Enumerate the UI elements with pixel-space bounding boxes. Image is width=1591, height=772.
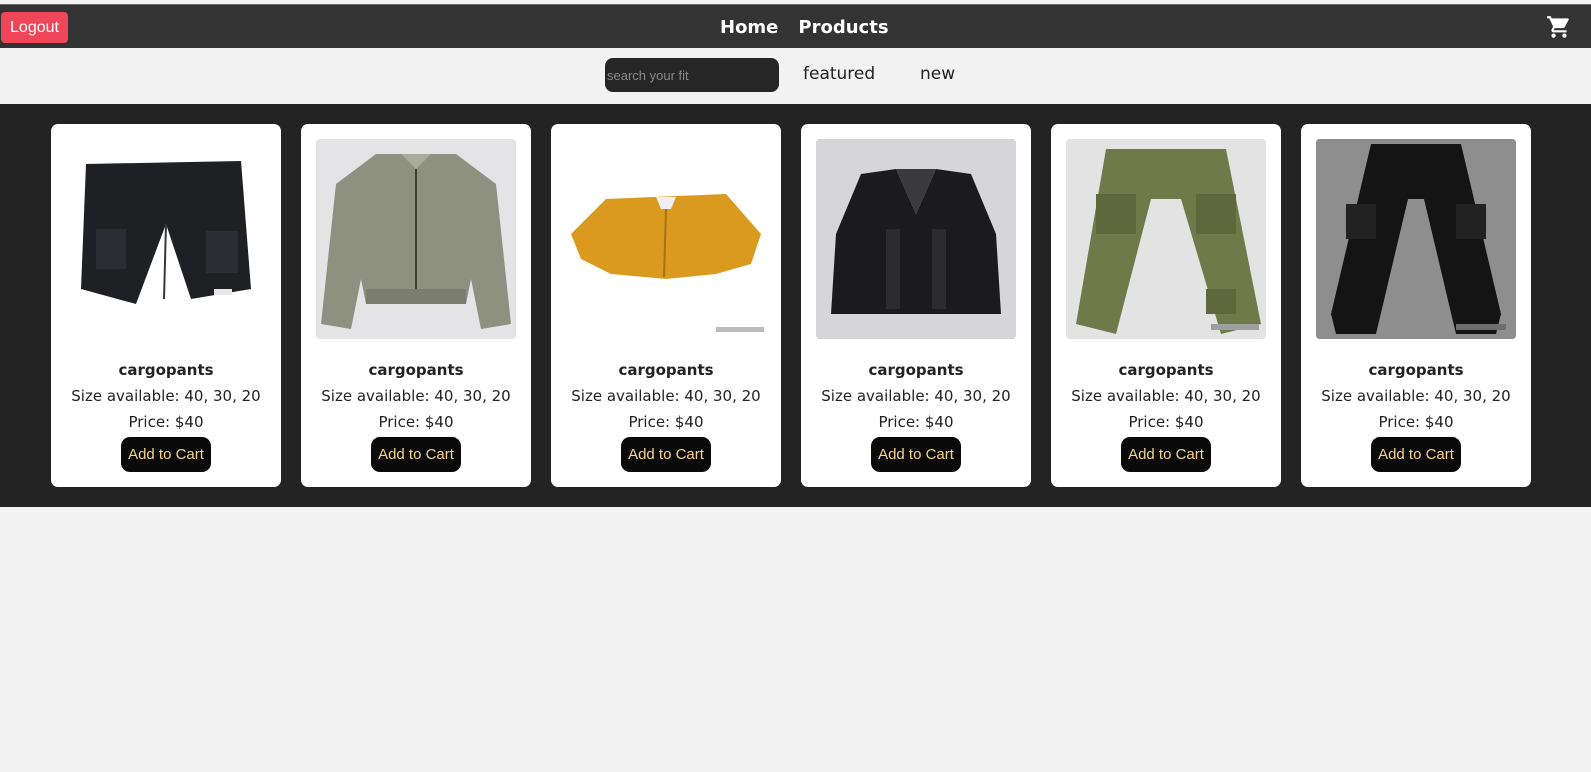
product-card: cargopants Size available: 40, 30, 20 Pr… [801, 124, 1031, 487]
product-price: Price: $40 [128, 413, 204, 431]
product-sizes: Size available: 40, 30, 20 [1321, 387, 1511, 405]
filter-new[interactable]: new [920, 64, 955, 84]
product-sizes: Size available: 40, 30, 20 [71, 387, 261, 405]
product-card: cargopants Size available: 40, 30, 20 Pr… [1301, 124, 1531, 487]
search-input[interactable] [605, 58, 779, 92]
product-card: cargopants Size available: 40, 30, 20 Pr… [301, 124, 531, 487]
product-card: cargopants Size available: 40, 30, 20 Pr… [51, 124, 281, 487]
product-sizes: Size available: 40, 30, 20 [1071, 387, 1261, 405]
add-to-cart-button[interactable]: Add to Cart [871, 437, 961, 472]
product-image [566, 139, 766, 339]
product-card: cargopants Size available: 40, 30, 20 Pr… [551, 124, 781, 487]
product-name: cargopants [868, 361, 964, 379]
product-image [66, 139, 266, 339]
product-card: cargopants Size available: 40, 30, 20 Pr… [1051, 124, 1281, 487]
product-sizes: Size available: 40, 30, 20 [571, 387, 761, 405]
filter-featured[interactable]: featured [803, 64, 875, 84]
product-name: cargopants [368, 361, 464, 379]
product-sizes: Size available: 40, 30, 20 [321, 387, 511, 405]
product-image [816, 139, 1016, 339]
nav-products-link[interactable]: Products [798, 17, 888, 38]
nav-home-link[interactable]: Home [720, 17, 778, 38]
product-price: Price: $40 [1378, 413, 1454, 431]
product-name: cargopants [1118, 361, 1214, 379]
add-to-cart-button[interactable]: Add to Cart [1121, 437, 1211, 472]
product-image [1316, 139, 1516, 339]
product-image [1066, 139, 1266, 339]
product-name: cargopants [118, 361, 214, 379]
add-to-cart-button[interactable]: Add to Cart [621, 437, 711, 472]
filter-bar: featured new [0, 48, 1591, 104]
product-name: cargopants [618, 361, 714, 379]
product-price: Price: $40 [378, 413, 454, 431]
shopping-cart-icon[interactable] [1546, 14, 1572, 40]
product-name: cargopants [1368, 361, 1464, 379]
add-to-cart-button[interactable]: Add to Cart [1371, 437, 1461, 472]
product-grid: cargopants Size available: 40, 30, 20 Pr… [0, 104, 1591, 507]
product-price: Price: $40 [628, 413, 704, 431]
navbar: Logout Home Products [0, 4, 1591, 48]
nav-links: Home Products [720, 5, 889, 49]
add-to-cart-button[interactable]: Add to Cart [121, 437, 211, 472]
product-sizes: Size available: 40, 30, 20 [821, 387, 1011, 405]
product-price: Price: $40 [1128, 413, 1204, 431]
product-image [316, 139, 516, 339]
add-to-cart-button[interactable]: Add to Cart [371, 437, 461, 472]
product-price: Price: $40 [878, 413, 954, 431]
logout-button[interactable]: Logout [1, 12, 68, 43]
